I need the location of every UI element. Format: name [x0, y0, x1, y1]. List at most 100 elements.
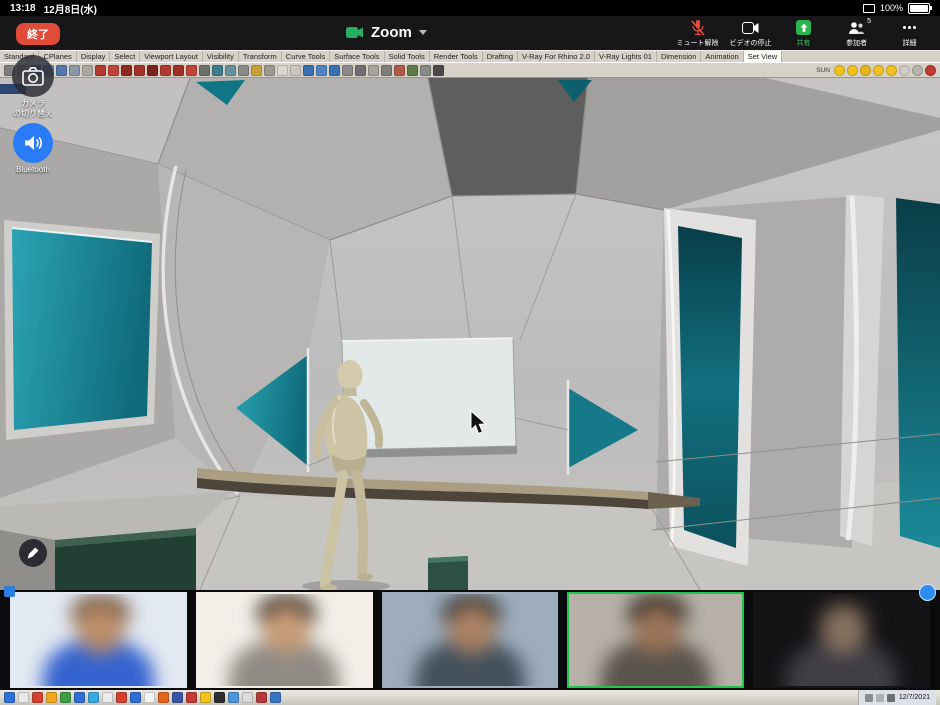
participant-video-tile[interactable]	[196, 592, 373, 688]
stop-video-button[interactable]: ビデオの停止	[724, 18, 777, 48]
toolbar-icon[interactable]	[251, 65, 262, 76]
taskbar-app-icon[interactable]	[102, 692, 113, 703]
taskbar-app-icon[interactable]	[172, 692, 183, 703]
toolbar-icon[interactable]	[69, 65, 80, 76]
taskbar-app-icon[interactable]	[242, 692, 253, 703]
toolbar-icon[interactable]	[277, 65, 288, 76]
toolbar-icon[interactable]	[199, 65, 210, 76]
meeting-title-dropdown[interactable]: Zoom	[346, 24, 427, 41]
participant-video-tile[interactable]	[382, 592, 559, 688]
taskbar-app-icon[interactable]	[60, 692, 71, 703]
toolbar-icon[interactable]	[238, 65, 249, 76]
annotate-button[interactable]	[19, 539, 47, 567]
taskbar-app-icon[interactable]	[214, 692, 225, 703]
filmstrip-collapse-handle[interactable]	[4, 586, 15, 597]
rhino-menu-tab[interactable]: Set View	[744, 51, 782, 62]
rhino-menu-tab[interactable]: Animation	[701, 51, 743, 62]
toolbar-icon[interactable]	[433, 65, 444, 76]
toolbar-icon[interactable]	[56, 65, 67, 76]
taskbar-app-icon[interactable]	[186, 692, 197, 703]
taskbar-app-icon[interactable]	[74, 692, 85, 703]
tray-icon[interactable]	[865, 694, 873, 702]
switch-camera-button[interactable]	[12, 55, 54, 97]
toolbar-icon[interactable]	[316, 65, 327, 76]
taskbar-app-icon[interactable]	[46, 692, 57, 703]
rhino-toolbar-icons	[4, 65, 444, 76]
rhino-menu-tab[interactable]: Select	[110, 51, 140, 62]
taskbar-app-icon[interactable]	[144, 692, 155, 703]
zoom-camera-icon	[346, 26, 364, 39]
participant-video-tile[interactable]	[567, 592, 744, 688]
rhino-viewport[interactable]	[0, 78, 940, 590]
toolbar-icon[interactable]	[173, 65, 184, 76]
participant-video-tile[interactable]	[753, 592, 930, 688]
rhino-menu-tab[interactable]: Viewport Layout	[140, 51, 203, 62]
participants-button[interactable]: 5 参加者	[830, 18, 883, 48]
material-ball-icon[interactable]	[834, 65, 845, 76]
pencil-icon	[26, 546, 40, 560]
rhino-menu-tab[interactable]: V-Ray For Rhino 2.0	[518, 51, 595, 62]
unmute-button[interactable]: ミュート解除	[671, 18, 724, 48]
taskbar-app-icon[interactable]	[228, 692, 239, 703]
taskbar-app-icon[interactable]	[270, 692, 281, 703]
material-ball-icon[interactable]	[899, 65, 910, 76]
taskbar-app-icon[interactable]	[4, 692, 15, 703]
toolbar-icon[interactable]	[121, 65, 132, 76]
participant-video-tile[interactable]	[10, 592, 187, 688]
rhino-menu-tab[interactable]: V-Ray Lights 01	[595, 51, 657, 62]
taskbar-app-icon[interactable]	[116, 692, 127, 703]
taskbar-app-icon[interactable]	[130, 692, 141, 703]
chevron-down-icon	[419, 30, 427, 35]
tray-icon[interactable]	[876, 694, 884, 702]
taskbar-app-icon[interactable]	[200, 692, 211, 703]
more-button[interactable]: 詳細	[883, 18, 936, 48]
toolbar-icon[interactable]	[407, 65, 418, 76]
rhino-toolbar: SUN	[0, 62, 940, 78]
share-screen-button[interactable]: 共有	[777, 18, 830, 48]
taskbar-app-icon[interactable]	[32, 692, 43, 703]
toolbar-icon[interactable]	[134, 65, 145, 76]
toolbar-icon[interactable]	[303, 65, 314, 76]
taskbar-app-icon[interactable]	[18, 692, 29, 703]
rhino-menu-tab[interactable]: Transform	[239, 51, 282, 62]
rhino-menu-tab[interactable]: Render Tools	[430, 51, 483, 62]
material-ball-icon[interactable]	[912, 65, 923, 76]
toolbar-icon[interactable]	[82, 65, 93, 76]
rhino-menu-tab[interactable]: Curve Tools	[282, 51, 330, 62]
bluetooth-audio-button[interactable]	[13, 123, 53, 163]
toolbar-icon[interactable]	[290, 65, 301, 76]
material-ball-icon[interactable]	[925, 65, 936, 76]
taskbar-app-icon[interactable]	[158, 692, 169, 703]
annotation-drag-handle[interactable]	[919, 584, 936, 601]
rhino-menu-tab[interactable]: Visibility	[203, 51, 239, 62]
toolbar-icon[interactable]	[342, 65, 353, 76]
material-ball-icon[interactable]	[860, 65, 871, 76]
leave-meeting-button[interactable]: 終了	[16, 23, 60, 45]
rhino-menu-tab[interactable]: Drafting	[483, 51, 518, 62]
toolbar-icon[interactable]	[108, 65, 119, 76]
toolbar-icon[interactable]	[381, 65, 392, 76]
toolbar-icon[interactable]	[355, 65, 366, 76]
toolbar-icon[interactable]	[160, 65, 171, 76]
toolbar-icon[interactable]	[394, 65, 405, 76]
material-ball-icon[interactable]	[847, 65, 858, 76]
material-ball-icon[interactable]	[886, 65, 897, 76]
rhino-menu-tab[interactable]: Dimension	[657, 51, 701, 62]
material-ball-icon[interactable]	[873, 65, 884, 76]
toolbar-icon[interactable]	[186, 65, 197, 76]
taskbar-app-icon[interactable]	[88, 692, 99, 703]
taskbar-app-icon[interactable]	[256, 692, 267, 703]
toolbar-icon[interactable]	[329, 65, 340, 76]
rhino-menu-tab[interactable]: Surface Tools	[330, 51, 384, 62]
toolbar-icon[interactable]	[368, 65, 379, 76]
toolbar-icon[interactable]	[95, 65, 106, 76]
toolbar-icon[interactable]	[212, 65, 223, 76]
toolbar-icon[interactable]	[147, 65, 158, 76]
toolbar-icon[interactable]	[420, 65, 431, 76]
toolbar-icon[interactable]	[264, 65, 275, 76]
toolbar-icon[interactable]	[225, 65, 236, 76]
rhino-menu-tab[interactable]: Solid Tools	[385, 51, 430, 62]
rhino-menu-tab[interactable]: Display	[77, 51, 111, 62]
taskbar-date: 12/7/2021	[899, 694, 930, 701]
tray-icon[interactable]	[887, 694, 895, 702]
